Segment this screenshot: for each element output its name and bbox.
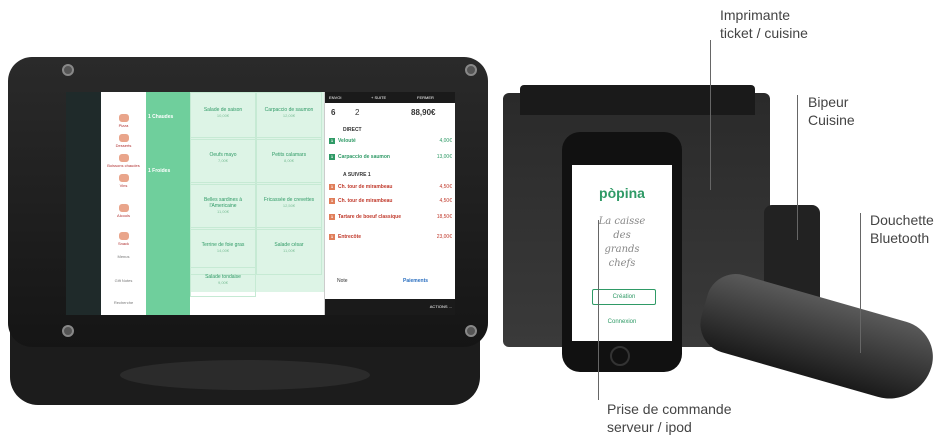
product-tile[interactable]: Salade césar 11,00€	[256, 227, 322, 275]
category-item[interactable]: Alcools	[101, 204, 146, 218]
category-item[interactable]: Desserts	[101, 134, 146, 148]
phone-label: Prise de commande serveur / ipod	[607, 401, 732, 435]
product-tile[interactable]: Carpaccio de saumon 12,00€	[256, 92, 322, 140]
order-line[interactable]: 1 Tartare de boeuf classique 18,50€	[329, 214, 452, 220]
product-tile[interactable]: Salade tondaise 9,00€	[190, 267, 256, 297]
subcategory-column: 1 Chaudes 1 Froides	[146, 92, 190, 315]
table-number: 6	[331, 108, 336, 117]
connexion-link[interactable]: Connexion	[572, 319, 672, 325]
category-item[interactable]: Recherche	[101, 300, 146, 305]
order-line[interactable]: 1 Ch. tour de mirambeau 4,50€	[329, 184, 452, 190]
app-sidebar	[66, 92, 101, 315]
category-item[interactable]: Snack	[101, 232, 146, 246]
category-item[interactable]: Menus	[101, 254, 146, 259]
follow-label: A SUIVRE 1	[343, 172, 371, 178]
category-item[interactable]: Vins	[101, 174, 146, 188]
leader-line	[797, 95, 798, 240]
category-item[interactable]: Pizza	[101, 114, 146, 128]
leader-line	[710, 40, 711, 190]
screw	[62, 64, 74, 76]
category-item[interactable]: Gift Notes	[101, 278, 146, 283]
product-tile[interactable]: Petits calamars 8,00€	[256, 137, 322, 185]
leader-line	[598, 220, 599, 400]
creation-button[interactable]: Création	[592, 289, 656, 305]
screw	[465, 64, 477, 76]
covers-count: 2	[355, 108, 360, 117]
printer-top	[520, 85, 755, 115]
direct-label: DIRECT	[343, 127, 362, 133]
home-button	[610, 346, 630, 366]
screw	[465, 325, 477, 337]
subcategory-item[interactable]: 1 Chaudes	[148, 114, 173, 120]
suite-button[interactable]: + SUITE	[371, 95, 386, 100]
screw	[62, 325, 74, 337]
paiements-button[interactable]: Paiements	[403, 278, 428, 284]
order-line[interactable]: 1 Velouté 4,00€	[329, 138, 452, 144]
note-button[interactable]: Note	[337, 278, 348, 284]
tablet-stand-base	[120, 360, 370, 390]
product-grid: Salade de saison 10,00€ Carpaccio de saum…	[190, 92, 326, 297]
order-header: ENVOI + SUITE FERMER	[325, 92, 455, 103]
product-tile[interactable]: Oeufs mayo 7,00€	[190, 137, 256, 185]
product-tile[interactable]: Belles sardines à l'Americaine 11,00€	[190, 182, 256, 230]
order-footer: ACTIONS ...	[325, 299, 455, 315]
order-line[interactable]: 1 Carpaccio de saumon 13,00€	[329, 154, 452, 160]
actions-button[interactable]: ACTIONS ...	[430, 304, 452, 309]
leader-line	[860, 213, 861, 353]
envoi-button[interactable]: ENVOI	[329, 95, 341, 100]
subcategory-item[interactable]: 1 Froides	[148, 168, 170, 174]
category-column: Pizza Desserts Boissons chaudes Vins Alc…	[101, 92, 147, 315]
fermer-button[interactable]: FERMER	[417, 95, 434, 100]
buzzer-label: Bipeur Cuisine	[808, 94, 855, 128]
scanner-label: Douchette Bluetooth	[870, 212, 934, 246]
product-tile[interactable]: Salade de saison 10,00€	[190, 92, 256, 140]
order-line[interactable]: 1 Ch. tour de mirambeau 4,50€	[329, 198, 452, 204]
category-item[interactable]: Boissons chaudes	[101, 154, 146, 168]
order-total: 88,90€	[411, 108, 436, 117]
tablet-screen: Pizza Desserts Boissons chaudes Vins Alc…	[66, 92, 455, 315]
order-line[interactable]: 1 Entrecôte 23,00€	[329, 234, 452, 240]
order-panel: ENVOI + SUITE FERMER 6 2 88,90€ DIRECT 1…	[324, 92, 455, 315]
ipod-screen: pòpina La caisse des grands chefs Créati…	[572, 165, 672, 341]
printer-label: Imprimante ticket / cuisine	[720, 7, 808, 41]
product-tile[interactable]: Fricassée de crevettes 12,50€	[256, 182, 322, 230]
brand-logo: pòpina	[599, 185, 645, 201]
tagline: La caisse des grands chefs	[598, 216, 646, 269]
